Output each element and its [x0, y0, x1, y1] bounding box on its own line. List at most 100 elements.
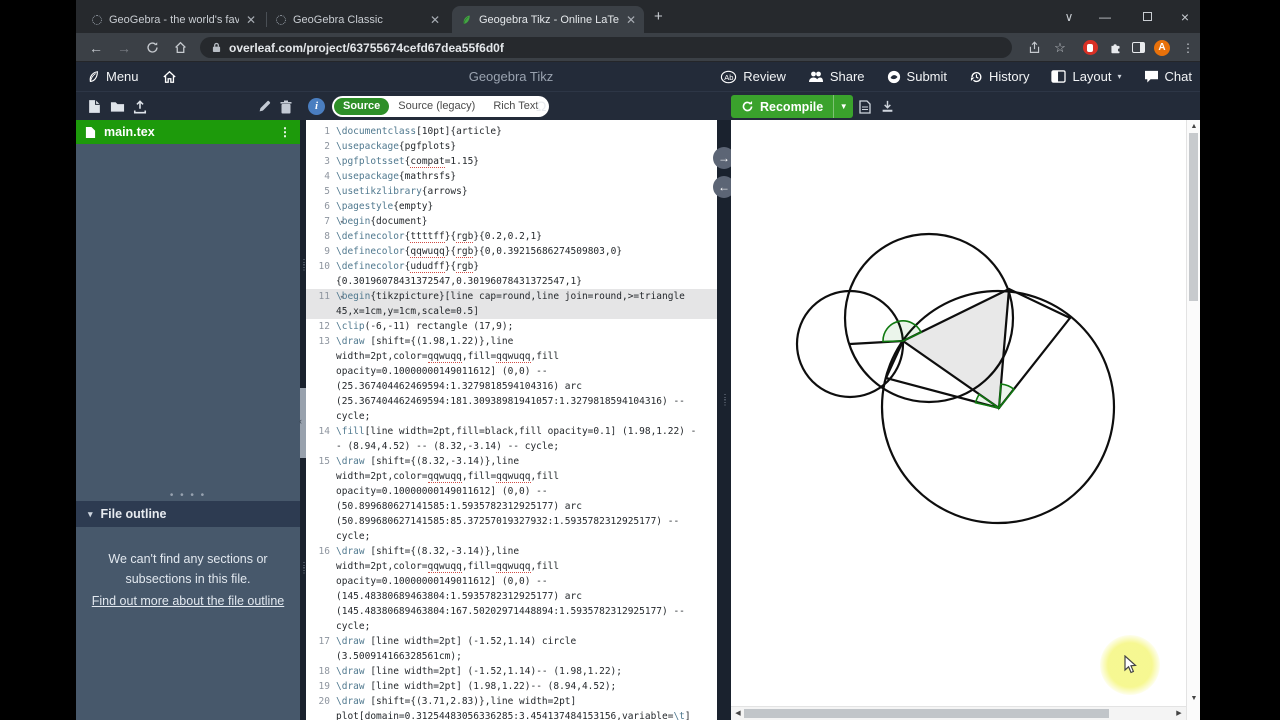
- file-item-maintex[interactable]: main.tex ⋮: [76, 120, 300, 144]
- browser-tab-3-active[interactable]: Geogebra Tikz - Online LaTeX Ed ✕: [452, 6, 644, 33]
- window-close-icon[interactable]: ×: [1170, 0, 1200, 33]
- code-line-18[interactable]: 18 \draw [line width=2pt] (-1.52,1.14)-- …: [306, 664, 717, 679]
- editor-preview-divider[interactable]: → ← ⋮⋮ ⋮⋮: [713, 120, 737, 720]
- download-pdf-icon[interactable]: [877, 92, 897, 121]
- code-line-16[interactable]: 16 \draw [shift={(8.32,-3.14)},line width…: [306, 544, 717, 634]
- info-icon[interactable]: i: [308, 98, 325, 115]
- browser-tab-1[interactable]: GeoGebra - the world's favorite. ✕: [84, 6, 264, 33]
- preview-hscrollbar-thumb[interactable]: [744, 709, 1109, 718]
- reload-button-icon[interactable]: [140, 33, 164, 62]
- code-line-4[interactable]: 4 \usepackage{mathrsfs}: [306, 169, 717, 184]
- code-line-12[interactable]: 12 \clip(-6,-11) rectangle (17,9);: [306, 319, 717, 334]
- window-restore-down-icon[interactable]: ∨: [1054, 0, 1084, 33]
- scroll-down-arrow-icon[interactable]: ▼: [1187, 695, 1201, 702]
- header-actions: Ab Review Share Submit History Layout ▾ …: [720, 62, 1192, 91]
- code-line-17[interactable]: 17 \draw [line width=2pt] (-1.52,1.14) ci…: [306, 634, 717, 664]
- scroll-right-arrow-icon[interactable]: ▶: [1173, 707, 1185, 720]
- line-number: 13: [318, 336, 330, 347]
- menu-button[interactable]: Menu: [86, 62, 139, 91]
- home-button-icon[interactable]: [168, 33, 192, 62]
- chevron-down-icon: ▾: [88, 508, 93, 519]
- delete-trash-icon[interactable]: [276, 92, 296, 121]
- code-line-19[interactable]: 19 \draw [line width=2pt] (1.98,1.22)-- (…: [306, 679, 717, 694]
- screen: GeoGebra - the world's favorite. ✕ GeoGe…: [0, 0, 1280, 720]
- window-minimize-icon[interactable]: —: [1090, 0, 1120, 33]
- adblock-extension-icon[interactable]: [1078, 33, 1102, 62]
- upload-button[interactable]: [130, 92, 150, 121]
- rename-pencil-icon[interactable]: [254, 92, 274, 121]
- code-text: \definecolor{ududff}{rgb} {0.30196078431…: [336, 261, 582, 287]
- line-number: 3: [324, 156, 330, 167]
- scroll-left-arrow-icon[interactable]: ◀: [732, 707, 744, 720]
- fold-arrow-icon[interactable]: ▾: [340, 290, 344, 305]
- pdf-preview[interactable]: [731, 120, 1186, 706]
- forward-button-icon[interactable]: →: [112, 33, 136, 62]
- line-number: 17: [318, 636, 330, 647]
- code-line-14[interactable]: 14 \fill[line width=2pt,fill=black,fill o…: [306, 424, 717, 454]
- extensions-puzzle-icon[interactable]: [1103, 33, 1127, 62]
- browser-navbar: ← → overleaf.com/project/63755674cefd67d…: [76, 33, 1200, 62]
- side-panel-icon[interactable]: [1126, 33, 1150, 62]
- profile-avatar[interactable]: A: [1150, 33, 1174, 62]
- line-number: 5: [324, 186, 330, 197]
- scroll-up-arrow-icon[interactable]: ▲: [1187, 123, 1201, 130]
- symbol-palette-button[interactable]: Ω: [536, 92, 546, 121]
- file-menu-kebab-icon[interactable]: ⋮: [279, 125, 291, 139]
- code-line-3[interactable]: 3 \pgfplotsset{compat=1.15}: [306, 154, 717, 169]
- chat-button[interactable]: Chat: [1144, 69, 1192, 84]
- bookmark-star-icon[interactable]: ☆: [1048, 33, 1072, 62]
- tab-close-icon[interactable]: ✕: [246, 13, 256, 27]
- outline-help-link[interactable]: Find out more about the file outline: [92, 591, 284, 611]
- recompile-dropdown[interactable]: ▼: [833, 95, 853, 118]
- preview-hscrollbar[interactable]: ◀ ▶: [731, 706, 1186, 720]
- fold-arrow-icon[interactable]: ▾: [340, 215, 344, 230]
- share-button[interactable]: Share: [808, 69, 865, 84]
- new-file-button[interactable]: [84, 92, 104, 121]
- line-number: 20: [318, 696, 330, 707]
- code-line-1[interactable]: 1 \documentclass[10pt]{article}: [306, 124, 717, 139]
- review-button[interactable]: Ab Review: [720, 69, 786, 84]
- history-button[interactable]: History: [969, 69, 1029, 84]
- browser-tab-2[interactable]: GeoGebra Classic ✕: [268, 6, 448, 33]
- code-line-10[interactable]: 10 \definecolor{ududff}{rgb} {0.301960784…: [306, 259, 717, 289]
- browser-menu-kebab-icon[interactable]: ⋮: [1176, 33, 1200, 62]
- code-line-8[interactable]: 8 \definecolor{ttttff}{rgb}{0.2,0.2,1}: [306, 229, 717, 244]
- new-folder-button[interactable]: [107, 92, 127, 121]
- chat-bubble-icon: [1144, 70, 1159, 83]
- back-button-icon[interactable]: ←: [84, 33, 108, 62]
- code-line-11[interactable]: 11 ▾ \begin{tikzpicture}[line cap=round,li…: [306, 289, 717, 319]
- recompile-button[interactable]: Recompile ▼: [731, 95, 854, 118]
- code-editor[interactable]: 1 \documentclass[10pt]{article} 2 \usepacka…: [306, 120, 717, 720]
- layout-button[interactable]: Layout ▾: [1051, 69, 1122, 84]
- project-home-button[interactable]: [162, 62, 177, 91]
- tab-close-icon[interactable]: ✕: [430, 13, 440, 27]
- address-bar[interactable]: overleaf.com/project/63755674cefd67dea55…: [200, 37, 1012, 58]
- file-outline-header[interactable]: ▾ File outline: [76, 501, 300, 527]
- code-line-2[interactable]: 2 \usepackage{pgfplots}: [306, 139, 717, 154]
- code-line-5[interactable]: 5 \usetikzlibrary{arrows}: [306, 184, 717, 199]
- code-text: \usepackage{pgfplots}: [336, 141, 457, 152]
- preview-vscrollbar-thumb[interactable]: [1189, 133, 1198, 301]
- tab-close-icon[interactable]: ✕: [626, 13, 636, 27]
- tab-title: GeoGebra - the world's favorite.: [109, 13, 239, 26]
- compile-log-icon[interactable]: [855, 92, 875, 121]
- code-line-15[interactable]: 15 \draw [shift={(8.32,-3.14)},line width…: [306, 454, 717, 544]
- code-line-7[interactable]: 7 ▾ \begin{document}: [306, 214, 717, 229]
- code-text: \draw [shift={(1.98,1.22)},line width=2p…: [336, 336, 691, 422]
- window-maximize-icon[interactable]: [1132, 0, 1162, 33]
- people-icon: [808, 70, 824, 83]
- preview-vscrollbar[interactable]: ▲ ▼: [1186, 120, 1200, 720]
- share-page-icon[interactable]: [1022, 33, 1046, 62]
- layout-columns-icon: [1051, 70, 1067, 83]
- code-line-9[interactable]: 9 \definecolor{qqwuqq}{rgb}{0,0.392156862…: [306, 244, 717, 259]
- code-text: \begin{document}: [336, 216, 428, 227]
- code-line-20[interactable]: 20 \draw [shift={(3.71,2.83)},line width=…: [306, 694, 717, 720]
- outline-drag-handle[interactable]: • • • •: [76, 491, 300, 501]
- code-line-13[interactable]: 13 \draw [shift={(1.98,1.22)},line width=…: [306, 334, 717, 424]
- submit-button[interactable]: Submit: [887, 69, 947, 84]
- new-tab-button[interactable]: +: [654, 8, 663, 25]
- code-line-6[interactable]: 6 \pagestyle{empty}: [306, 199, 717, 214]
- line-number: 4: [324, 171, 330, 182]
- mode-source-legacy[interactable]: Source (legacy): [389, 98, 484, 115]
- mode-source[interactable]: Source: [334, 98, 390, 115]
